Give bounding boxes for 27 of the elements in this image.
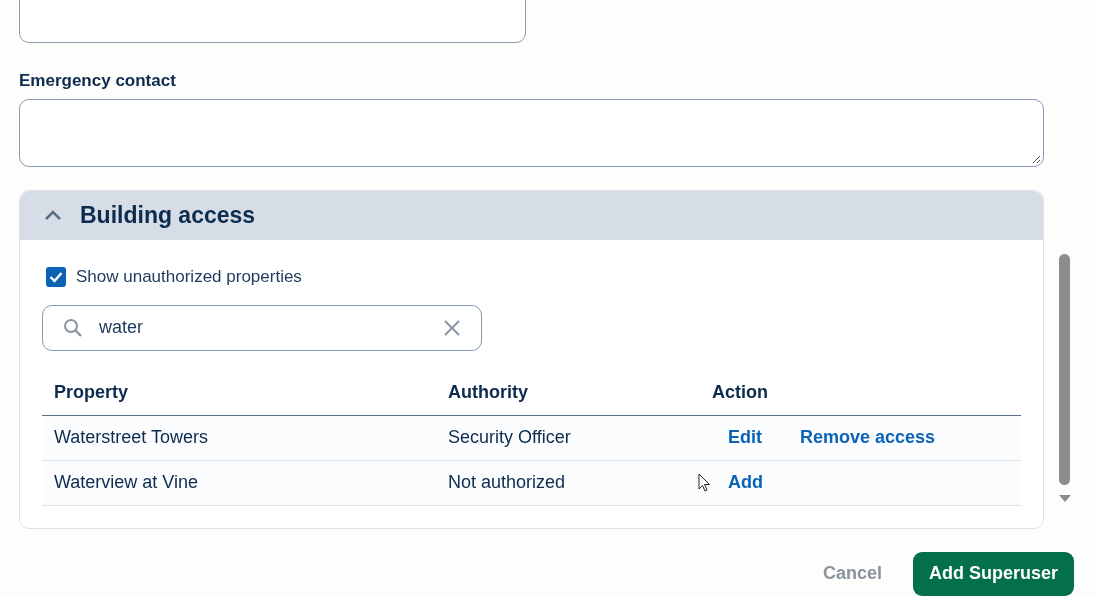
field-label: Emergency contact: [19, 70, 177, 92]
action-link[interactable]: Remove access: [800, 424, 936, 451]
search-icon: [63, 317, 83, 338]
table-cell: Waterstreet Towers: [54, 427, 209, 447]
action-link[interactable]: Add: [728, 469, 763, 496]
scroll-down-icon[interactable]: [1058, 494, 1072, 503]
text-field[interactable]: [19, 0, 526, 43]
action-link[interactable]: Edit: [728, 424, 762, 451]
table-cell: Not authorized: [448, 472, 566, 492]
add-superuser-button[interactable]: Add Superuser: [912, 551, 1074, 596]
column-header: Action: [712, 381, 768, 404]
close-icon[interactable]: [443, 318, 461, 337]
search-field[interactable]: water: [42, 304, 482, 351]
mouse-cursor-icon: [698, 473, 711, 493]
table-cell: Security Officer: [448, 427, 571, 447]
column-header: Property: [53, 381, 130, 404]
table-cell: Waterview at Vine: [54, 472, 199, 492]
checkbox-label: Show unauthorized properties: [76, 266, 302, 288]
scrollbar-thumb[interactable]: [1059, 254, 1070, 485]
resize-handle-icon: [1032, 155, 1041, 164]
text-area[interactable]: [19, 99, 1044, 167]
checkmark-icon: [49, 270, 63, 283]
accordion-header[interactable]: Building access: [20, 191, 1043, 240]
cancel-button[interactable]: Cancel: [822, 560, 882, 587]
column-header: Authority: [448, 381, 529, 404]
chevron-icon: [44, 210, 62, 221]
checkbox[interactable]: [46, 266, 66, 287]
